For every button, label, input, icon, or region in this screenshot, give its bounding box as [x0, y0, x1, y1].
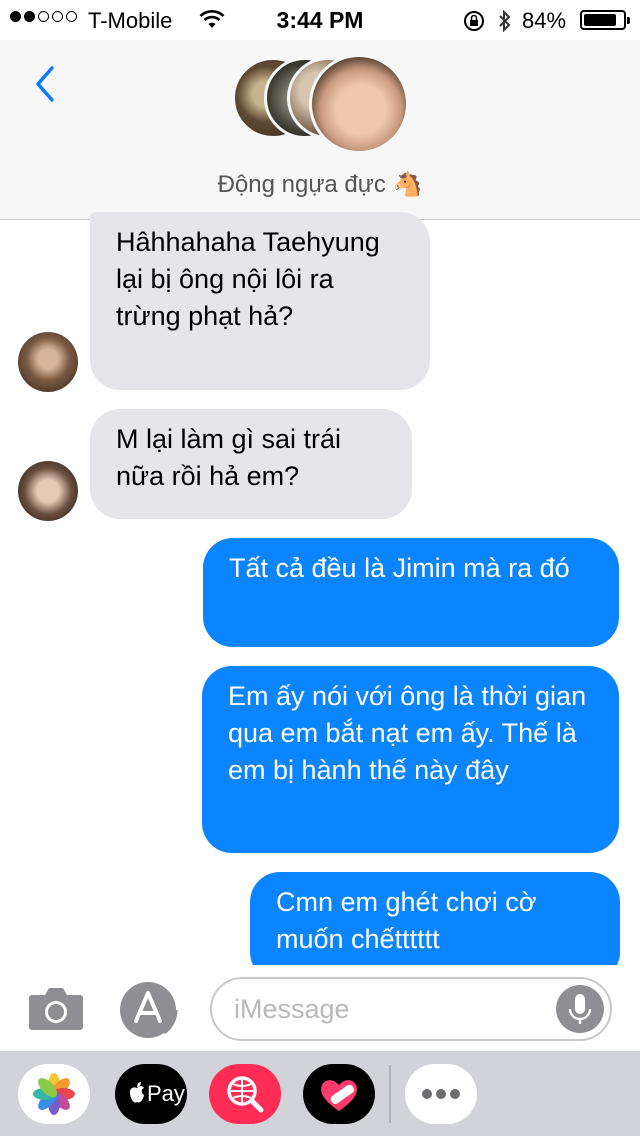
message-input-placeholder: iMessage: [234, 994, 350, 1024]
web-search-app-icon[interactable]: [209, 1064, 281, 1124]
sent-message[interactable]: Tất cả đều là Jimin mà ra đó: [203, 538, 619, 647]
sent-message[interactable]: Em ấy nói với ông là thời gian qua em bắ…: [202, 666, 619, 853]
microphone-icon[interactable]: [556, 985, 604, 1033]
received-message[interactable]: Hâhhahaha Taehyung lại bị ông nội lôi ra…: [90, 212, 430, 390]
compose-bar: iMessage: [0, 965, 640, 1051]
horse-icon: 🐴: [392, 171, 423, 198]
camera-icon[interactable]: [28, 985, 84, 1031]
battery-percentage: 84%: [522, 8, 567, 33]
sender-avatar[interactable]: [18, 461, 78, 521]
conversation-header: Động ngựa đực 🐴: [0, 40, 640, 220]
chevron-left-icon[interactable]: [26, 62, 70, 106]
apple-logo-icon: [129, 1082, 144, 1103]
rotation-lock-icon: [462, 10, 486, 38]
apple-pay-app-icon[interactable]: Pay: [115, 1064, 187, 1124]
battery-icon: [580, 10, 630, 30]
app-store-icon[interactable]: [118, 979, 180, 1041]
more-apps-icon[interactable]: [405, 1064, 477, 1124]
apple-pay-label: Pay: [147, 1081, 185, 1106]
bluetooth-icon: [497, 9, 513, 39]
received-message[interactable]: M lại làm gì sai trái nữa rồi hả em?: [90, 409, 412, 519]
digital-touch-app-icon[interactable]: [303, 1064, 375, 1124]
app-drawer: Pay: [0, 1051, 640, 1136]
divider: [389, 1065, 391, 1123]
group-name-text: Động ngựa đực: [217, 171, 386, 198]
status-bar: T-Mobile 3:44 PM 84%: [0, 0, 640, 40]
message-input[interactable]: iMessage: [210, 977, 612, 1041]
sender-avatar[interactable]: [18, 332, 78, 392]
conversation-title[interactable]: Động ngựa đực 🐴: [0, 170, 640, 199]
photos-app-icon[interactable]: [18, 1064, 90, 1124]
avatar: [309, 54, 409, 154]
